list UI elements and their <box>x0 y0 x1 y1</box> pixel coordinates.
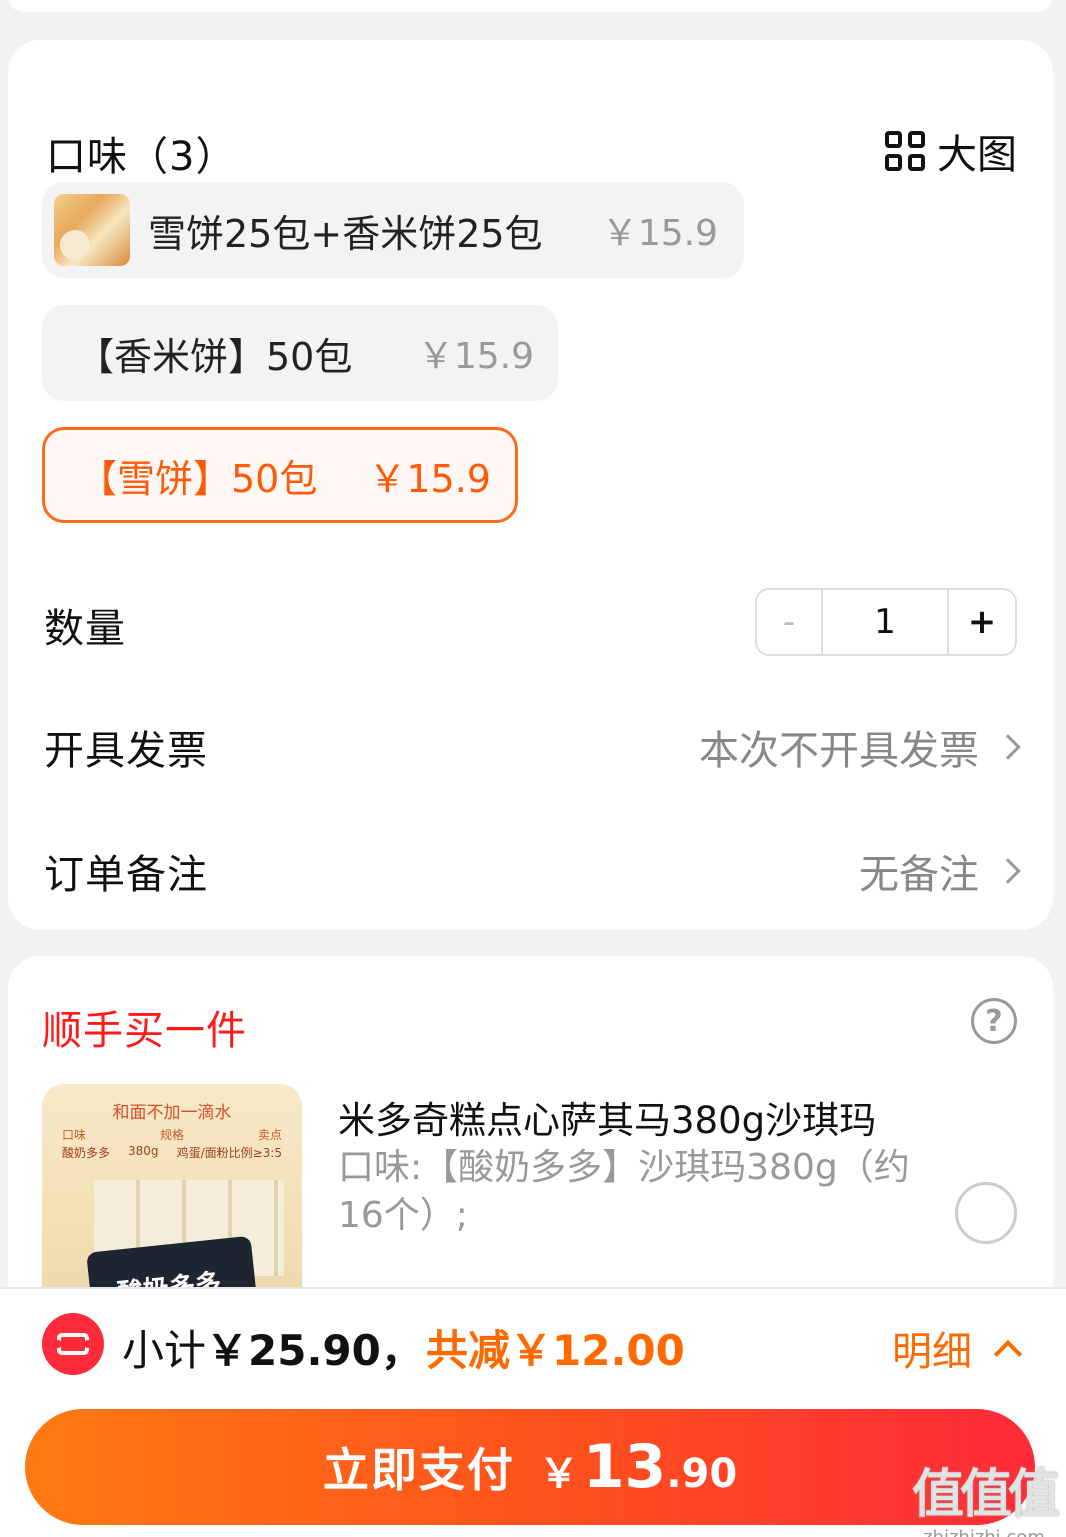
option-label: 雪饼25包+香米饼25包 <box>148 211 543 256</box>
previous-card-edge <box>8 0 1053 12</box>
addon-product-name[interactable]: 米多奇糕点心萨其马380g沙琪玛 <box>338 1090 876 1144</box>
quantity-stepper: - 1 + <box>755 588 1017 656</box>
image-headline: 和面不加一滴水 <box>112 1103 232 1123</box>
image-col: 规格 <box>159 1128 184 1142</box>
checkout-footer: 小计￥25.90， 共减￥12.00 明细 立即支付 ￥ 13 .90 <box>0 1287 1066 1537</box>
addon-select-radio[interactable] <box>955 1182 1017 1244</box>
watermark-site: zhizhizhi.com <box>912 1527 1056 1537</box>
invoice-label: 开具发票 <box>44 728 208 774</box>
big-view-button[interactable]: 大图 <box>885 122 1017 180</box>
option-thumbnail <box>54 194 130 266</box>
image-col: 卖点 <box>257 1128 282 1142</box>
chevron-right-icon <box>995 858 1021 884</box>
chevron-right-icon <box>995 734 1021 760</box>
subtotal: 小计￥25.90， <box>122 1317 423 1378</box>
option-price: ￥15.9 <box>601 213 718 254</box>
decrement-button[interactable]: - <box>757 590 823 654</box>
subtotal-amount: ￥25.90， <box>206 1326 423 1375</box>
pay-amount: ￥ 13 .90 <box>539 1432 737 1502</box>
pay-decimal: .90 <box>666 1451 738 1497</box>
detail-label: 明细 <box>892 1329 972 1375</box>
addon-title: 顺手买一件 <box>42 1008 247 1054</box>
spec-card: 口味（3） 大图 雪饼25包+香米饼25包 ￥15.9 【香米饼】50包 ￥15… <box>8 40 1053 930</box>
flavor-option-3-selected[interactable]: 【雪饼】50包 ￥15.9 <box>42 427 518 523</box>
help-icon[interactable]: ? <box>971 998 1017 1044</box>
detail-toggle[interactable]: 明细 <box>892 1319 1023 1377</box>
discount-total: 共减￥12.00 <box>426 1326 685 1375</box>
flavor-option-2[interactable]: 【香米饼】50包 ￥15.9 <box>42 305 558 401</box>
grid-icon <box>885 131 925 171</box>
option-price: ￥15.9 <box>368 456 491 501</box>
pay-now-button[interactable]: 立即支付 ￥ 13 .90 <box>25 1409 1035 1525</box>
invoice-value: 本次不开具发票 <box>699 728 979 774</box>
image-val: 380g <box>128 1144 159 1158</box>
remark-value: 无备注 <box>859 852 979 898</box>
coupon-icon <box>42 1313 104 1375</box>
flavor-option-1[interactable]: 雪饼25包+香米饼25包 ￥15.9 <box>42 182 744 278</box>
image-val: 酸奶多多 <box>62 1146 111 1160</box>
big-view-label: 大图 <box>937 132 1017 178</box>
quantity-input[interactable]: 1 <box>823 590 949 654</box>
pay-currency: ￥ <box>538 1451 579 1497</box>
option-label: 【雪饼】50包 <box>79 456 318 501</box>
chevron-up-icon <box>993 1339 1023 1369</box>
subtotal-prefix: 小计 <box>122 1326 207 1375</box>
image-values: 酸奶多多 380g 鸡蛋/面粉比例≥3:5 <box>62 1144 282 1161</box>
invoice-selector[interactable]: 本次不开具发票 <box>699 718 1021 776</box>
watermark-logo: 值值值 <box>911 1465 1060 1525</box>
image-col: 口味 <box>62 1128 87 1142</box>
quantity-label: 数量 <box>44 606 126 652</box>
remark-selector[interactable]: 无备注 <box>859 842 1021 900</box>
addon-product-spec: 口味:【酸奶多多】沙琪玛380g（约16个）; <box>338 1147 910 1236</box>
pay-integer: 13 <box>582 1432 667 1502</box>
option-price: ￥15.9 <box>417 336 534 377</box>
increment-button[interactable]: + <box>949 590 1015 654</box>
option-label: 【香米饼】50包 <box>76 334 353 379</box>
site-watermark: 值值值 zhizhizhi.com <box>911 1452 1060 1537</box>
remark-label: 订单备注 <box>44 852 208 898</box>
image-columns: 口味 规格 卖点 <box>62 1126 282 1143</box>
pay-label: 立即支付 <box>322 1443 515 1497</box>
image-val: 鸡蛋/面粉比例≥3:5 <box>176 1146 282 1160</box>
flavor-title: 口味（3） <box>46 134 237 180</box>
